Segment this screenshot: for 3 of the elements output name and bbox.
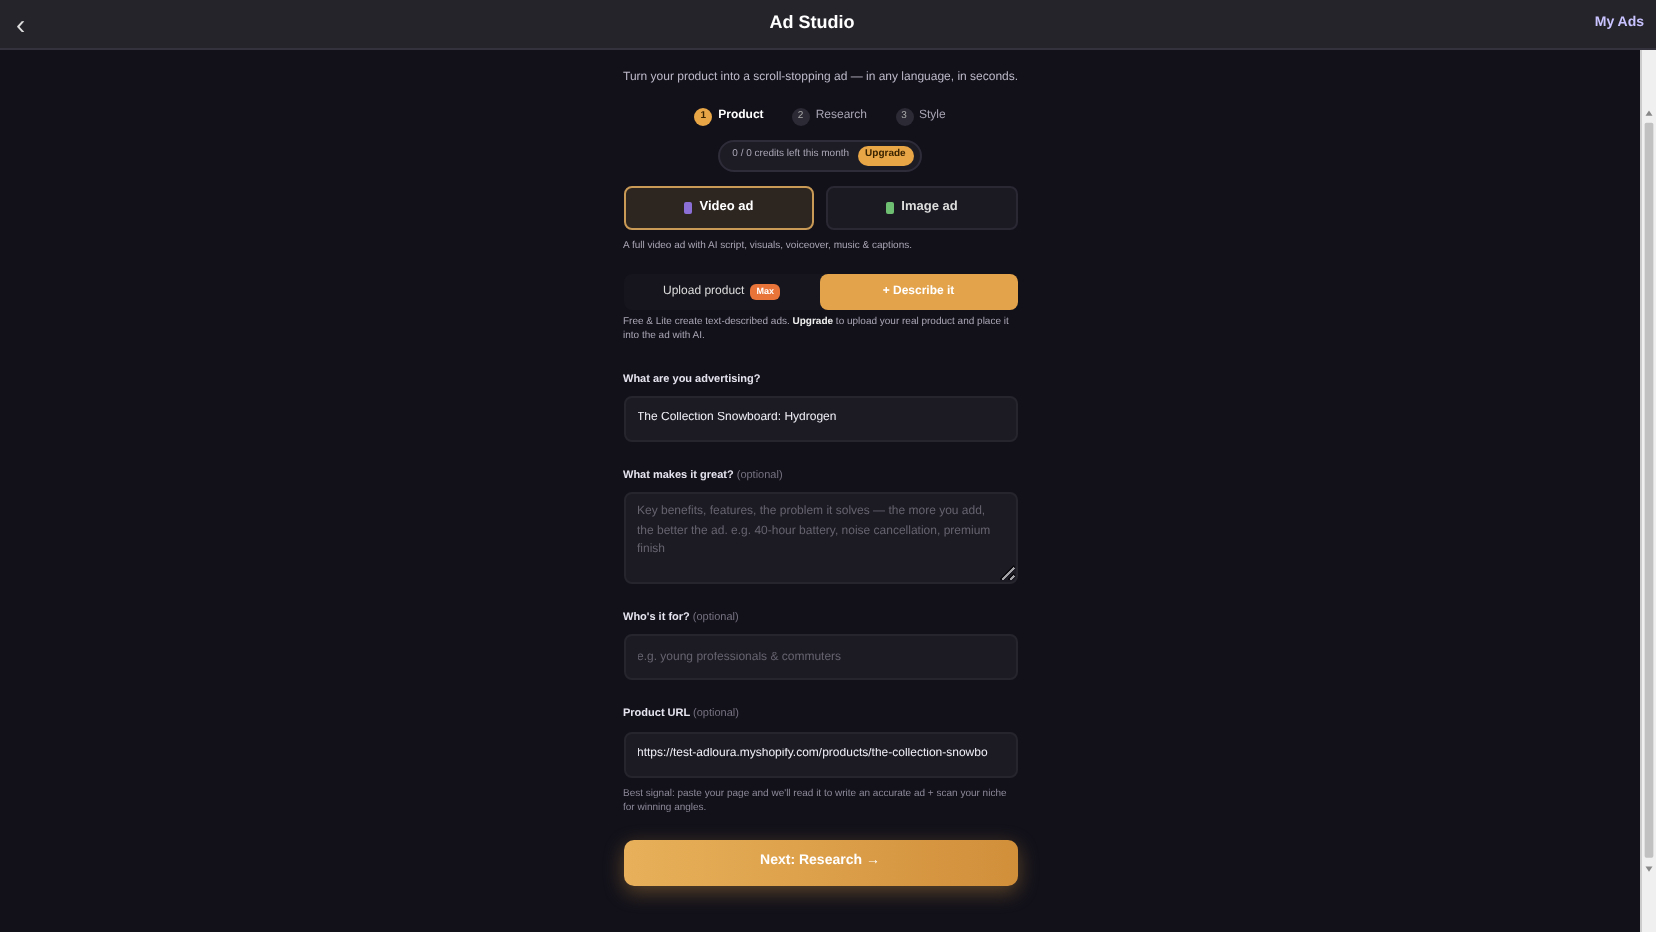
- page-title: Ad Studio: [769, 10, 855, 37]
- scrollbar[interactable]: [1640, 50, 1656, 932]
- back-button[interactable]: ‹: [12, 10, 30, 38]
